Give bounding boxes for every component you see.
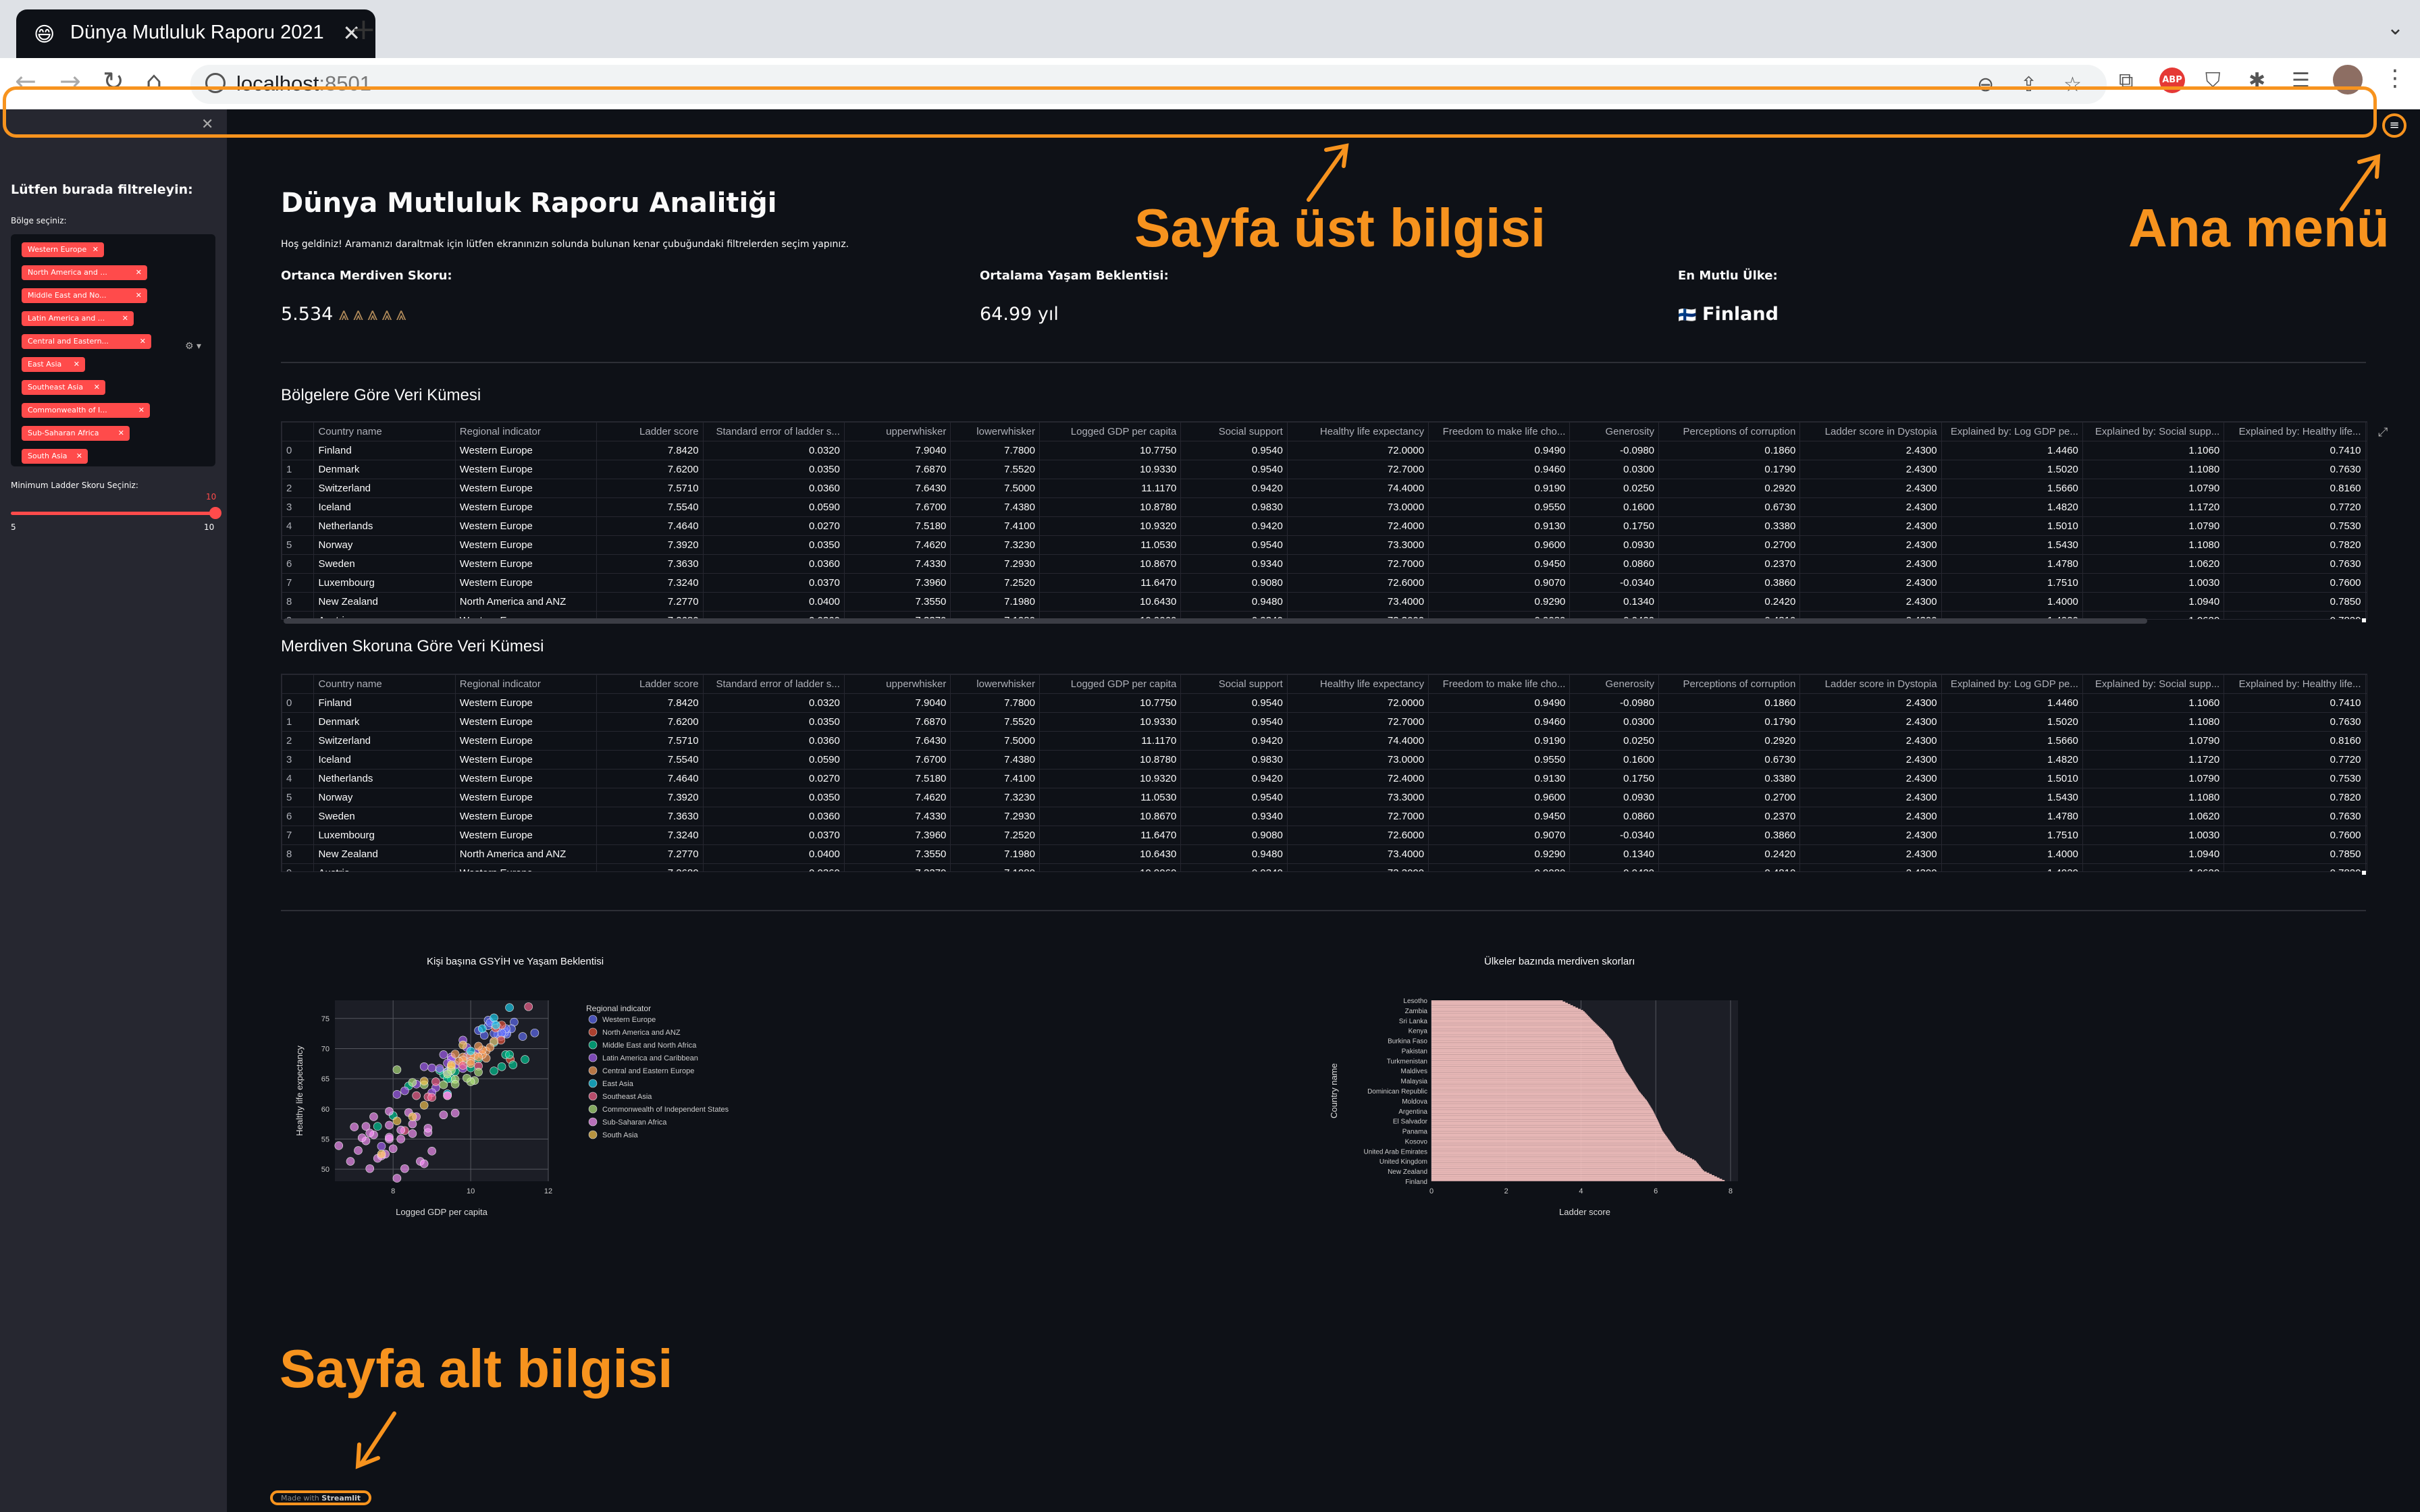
footer-brand[interactable]: Streamlit [321, 1494, 361, 1503]
arrow-header [1307, 146, 1347, 202]
annotation-arrows [355, 143, 2381, 1469]
arrow-menu [2340, 157, 2379, 211]
footer-badge[interactable]: Made with Streamlit [270, 1490, 371, 1505]
footer-prefix: Made with [280, 1494, 319, 1503]
